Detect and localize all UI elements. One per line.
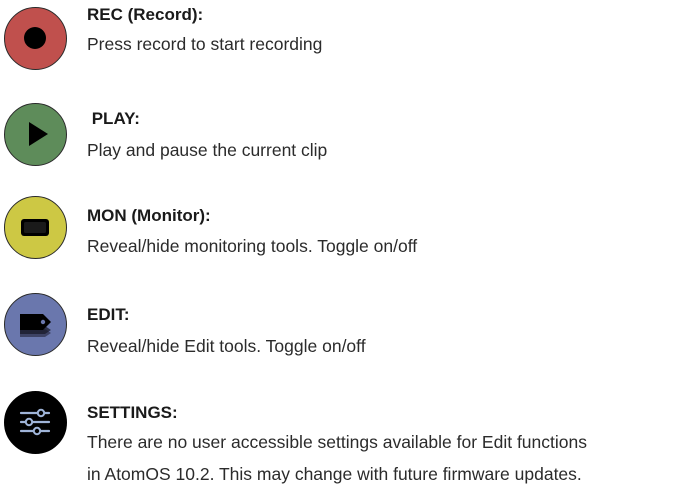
settings-title: SETTINGS: (87, 403, 178, 422)
play-button[interactable] (4, 103, 67, 166)
monitor-icon (21, 219, 49, 236)
rec-title: REC (Record): (87, 5, 204, 24)
play-description: Play and pause the current clip (87, 140, 328, 160)
sliders-icon (19, 408, 51, 436)
edit-tag-icon (20, 314, 51, 337)
settings-description: There are no user accessible settings av… (87, 426, 687, 490)
mon-description: Reveal/hide monitoring tools. Toggle on/… (87, 236, 418, 256)
mon-title: MON (Monitor): (87, 206, 211, 225)
settings-description-line-1: There are no user accessible settings av… (87, 432, 587, 452)
rec-description: Press record to start recording (87, 34, 323, 54)
settings-description-line-2: in AtomOS 10.2. This may change with fut… (87, 464, 582, 484)
record-button[interactable] (4, 7, 67, 70)
record-icon (24, 27, 46, 49)
edit-button[interactable] (4, 293, 67, 356)
play-icon (29, 122, 48, 146)
edit-title: EDIT: (87, 305, 130, 324)
edit-description: Reveal/hide Edit tools. Toggle on/off (87, 336, 366, 356)
settings-button[interactable] (4, 391, 67, 454)
monitor-button[interactable] (4, 196, 67, 259)
play-title: PLAY: (87, 109, 140, 128)
